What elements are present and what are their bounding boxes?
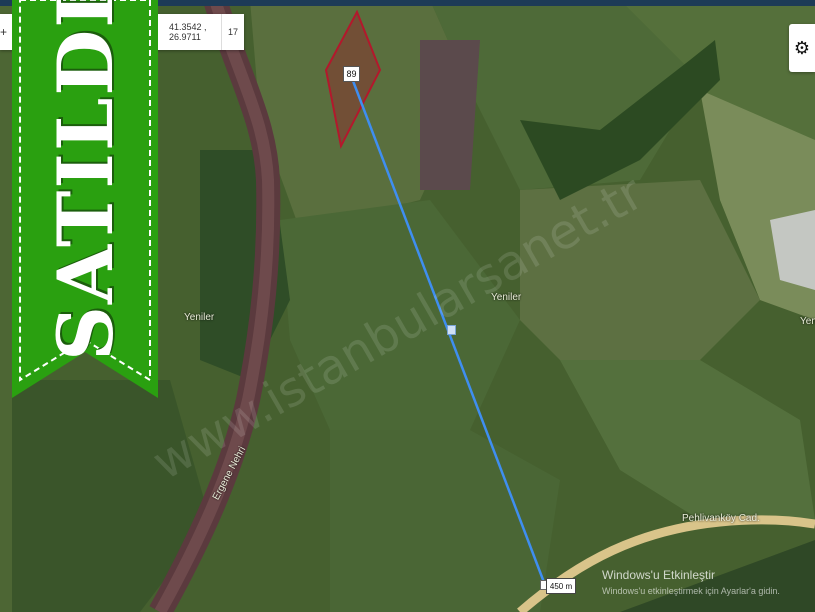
gear-icon: ⚙ [793, 37, 811, 58]
field-patch [420, 40, 480, 190]
road-label: Pehlivanköy Cad. [682, 513, 760, 524]
zoom-level: 17 [227, 27, 238, 37]
coordinate-readout: 41.3542 , 26.9711 [169, 14, 222, 50]
distance-label: 450 m [546, 578, 576, 594]
village-label: Yeniler [184, 312, 215, 323]
windows-activation-subtitle: Windows'u etkinleştirmek için Ayarlar'a … [602, 586, 780, 596]
settings-button[interactable]: ⚙ [789, 24, 815, 72]
field-patch [0, 0, 12, 612]
windows-activation-title: Windows'u Etkinleştir [602, 568, 715, 582]
village-label: Yeniler [800, 316, 815, 327]
parcel-number[interactable]: 89 [343, 66, 360, 82]
sold-banner-text: SATILDI [40, 0, 130, 361]
